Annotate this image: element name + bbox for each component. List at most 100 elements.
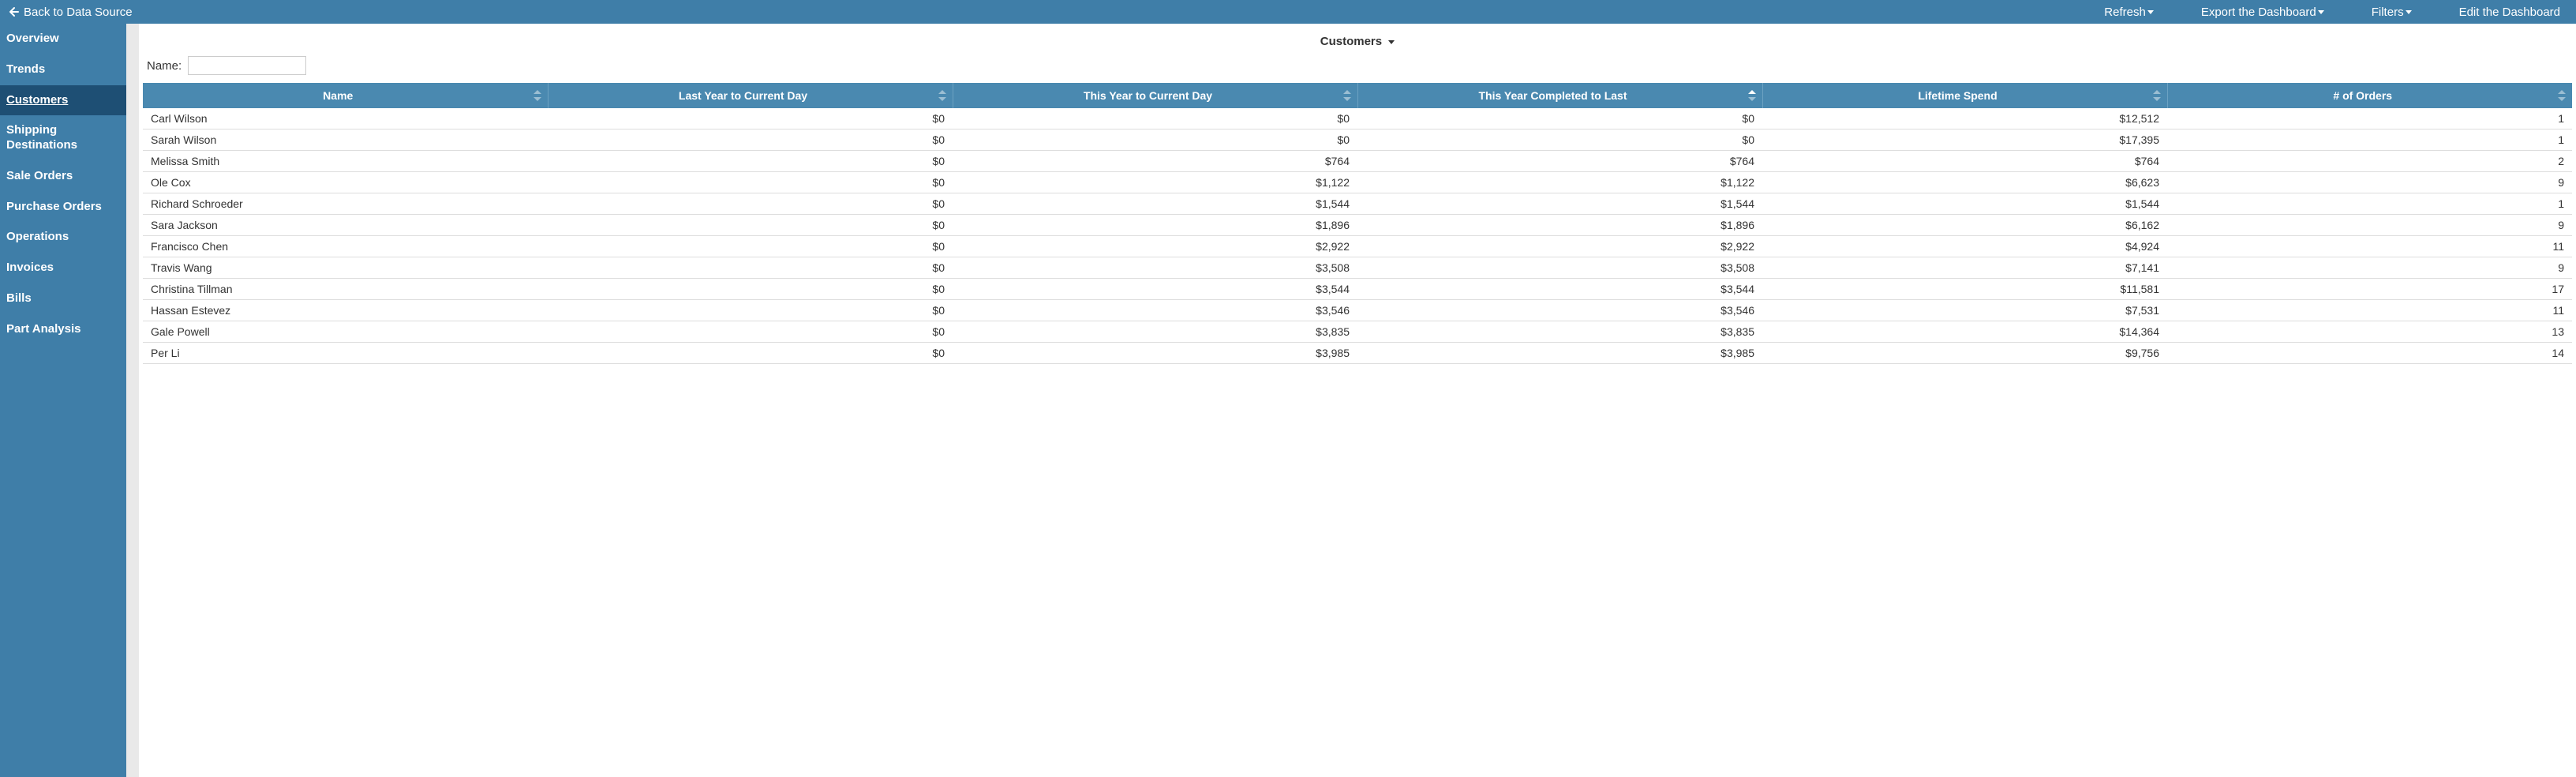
cell-this-year: $1,122 xyxy=(953,172,1357,193)
column-name[interactable]: Name xyxy=(143,83,548,108)
cell-orders: 9 xyxy=(2167,172,2572,193)
table-row[interactable]: Per Li$0$3,985$3,985$9,75614 xyxy=(143,343,2572,364)
cell-orders: 11 xyxy=(2167,236,2572,257)
cell-name: Per Li xyxy=(143,343,548,364)
sidebar-item-operations[interactable]: Operations xyxy=(0,222,126,253)
cell-this-year: $764 xyxy=(953,151,1357,172)
back-label: Back to Data Source xyxy=(24,6,133,19)
sidebar-item-bills[interactable]: Bills xyxy=(0,283,126,314)
filter-row: Name: xyxy=(139,56,2576,83)
table-row[interactable]: Sara Jackson$0$1,896$1,896$6,1629 xyxy=(143,215,2572,236)
cell-completed: $3,546 xyxy=(1357,300,1762,321)
sidebar-item-invoices[interactable]: Invoices xyxy=(0,253,126,283)
column--of-orders[interactable]: # of Orders xyxy=(2167,83,2572,108)
cell-name: Travis Wang xyxy=(143,257,548,279)
cell-completed: $3,985 xyxy=(1357,343,1762,364)
cell-completed: $0 xyxy=(1357,130,1762,151)
sort-icon xyxy=(938,90,946,101)
cell-last-year: $0 xyxy=(548,151,953,172)
top-menu-filters[interactable]: Filters xyxy=(2372,6,2412,19)
table-row[interactable]: Ole Cox$0$1,122$1,122$6,6239 xyxy=(143,172,2572,193)
column-lifetime-spend[interactable]: Lifetime Spend xyxy=(1762,83,2167,108)
cell-orders: 9 xyxy=(2167,215,2572,236)
name-filter-label: Name: xyxy=(147,59,182,73)
cell-lifetime: $1,544 xyxy=(1762,193,2167,215)
cell-last-year: $0 xyxy=(548,108,953,130)
cell-orders: 9 xyxy=(2167,257,2572,279)
top-menu-edit-the-dashboard[interactable]: Edit the Dashboard xyxy=(2459,6,2560,19)
customers-table: Name Last Year to Current Day This Year to… xyxy=(143,83,2572,364)
cell-name: Sarah Wilson xyxy=(143,130,548,151)
sidebar-item-shipping-destinations[interactable]: Shipping Destinations xyxy=(0,115,126,161)
sidebar-item-customers[interactable]: Customers xyxy=(0,85,126,116)
table-row[interactable]: Richard Schroeder$0$1,544$1,544$1,5441 xyxy=(143,193,2572,215)
sidebar-item-part-analysis[interactable]: Part Analysis xyxy=(0,314,126,345)
cell-completed: $1,544 xyxy=(1357,193,1762,215)
name-filter-input[interactable] xyxy=(188,56,306,75)
table-row[interactable]: Francisco Chen$0$2,922$2,922$4,92411 xyxy=(143,236,2572,257)
back-to-data-source-link[interactable]: Back to Data Source xyxy=(8,6,133,19)
table-body: Carl Wilson$0$0$0$12,5121Sarah Wilson$0$… xyxy=(143,108,2572,364)
cell-name: Melissa Smith xyxy=(143,151,548,172)
cell-this-year: $1,544 xyxy=(953,193,1357,215)
sidebar-item-overview[interactable]: Overview xyxy=(0,24,126,54)
table-row[interactable]: Gale Powell$0$3,835$3,835$14,36413 xyxy=(143,321,2572,343)
cell-this-year: $3,835 xyxy=(953,321,1357,343)
cell-completed: $0 xyxy=(1357,108,1762,130)
cell-completed: $3,508 xyxy=(1357,257,1762,279)
column-this-year-completed-to-last[interactable]: This Year Completed to Last xyxy=(1357,83,1762,108)
cell-orders: 1 xyxy=(2167,108,2572,130)
section-title-dropdown[interactable]: Customers xyxy=(139,32,2576,56)
topbar: Back to Data Source Refresh Export the Da… xyxy=(0,0,2576,24)
top-menu: Refresh Export the Dashboard Filters Edit t… xyxy=(2104,6,2568,19)
column-label: Last Year to Current Day xyxy=(679,89,807,102)
arrow-left-icon xyxy=(8,6,19,17)
table-row[interactable]: Carl Wilson$0$0$0$12,5121 xyxy=(143,108,2572,130)
cell-completed: $3,544 xyxy=(1357,279,1762,300)
cell-this-year: $3,508 xyxy=(953,257,1357,279)
table-row[interactable]: Melissa Smith$0$764$764$7642 xyxy=(143,151,2572,172)
table-row[interactable]: Sarah Wilson$0$0$0$17,3951 xyxy=(143,130,2572,151)
cell-name: Sara Jackson xyxy=(143,215,548,236)
cell-lifetime: $7,531 xyxy=(1762,300,2167,321)
cell-this-year: $1,896 xyxy=(953,215,1357,236)
sort-icon xyxy=(1343,90,1351,101)
main: Customers Name: Name Last Year to Current… xyxy=(139,24,2576,777)
column-label: # of Orders xyxy=(2333,89,2392,102)
table-row[interactable]: Hassan Estevez$0$3,546$3,546$7,53111 xyxy=(143,300,2572,321)
sidebar: OverviewTrendsCustomersShipping Destinat… xyxy=(0,24,126,777)
section-title-label: Customers xyxy=(1320,35,1382,48)
sort-icon xyxy=(2558,90,2566,101)
top-menu-refresh[interactable]: Refresh xyxy=(2104,6,2154,19)
cell-orders: 1 xyxy=(2167,130,2572,151)
cell-name: Gale Powell xyxy=(143,321,548,343)
cell-lifetime: $6,162 xyxy=(1762,215,2167,236)
cell-last-year: $0 xyxy=(548,300,953,321)
column-last-year-to-current-day[interactable]: Last Year to Current Day xyxy=(548,83,953,108)
sidebar-item-trends[interactable]: Trends xyxy=(0,54,126,85)
cell-name: Carl Wilson xyxy=(143,108,548,130)
table-header-row: Name Last Year to Current Day This Year to… xyxy=(143,83,2572,108)
top-menu-export-the-dashboard[interactable]: Export the Dashboard xyxy=(2201,6,2324,19)
cell-this-year: $3,544 xyxy=(953,279,1357,300)
cell-lifetime: $11,581 xyxy=(1762,279,2167,300)
cell-last-year: $0 xyxy=(548,279,953,300)
cell-this-year: $2,922 xyxy=(953,236,1357,257)
column-this-year-to-current-day[interactable]: This Year to Current Day xyxy=(953,83,1357,108)
cell-lifetime: $9,756 xyxy=(1762,343,2167,364)
cell-name: Richard Schroeder xyxy=(143,193,548,215)
cell-this-year: $0 xyxy=(953,108,1357,130)
cell-last-year: $0 xyxy=(548,172,953,193)
cell-orders: 1 xyxy=(2167,193,2572,215)
sidebar-item-purchase-orders[interactable]: Purchase Orders xyxy=(0,192,126,223)
cell-lifetime: $12,512 xyxy=(1762,108,2167,130)
table-row[interactable]: Travis Wang$0$3,508$3,508$7,1419 xyxy=(143,257,2572,279)
sort-icon xyxy=(1748,90,1756,101)
table-row[interactable]: Christina Tillman$0$3,544$3,544$11,58117 xyxy=(143,279,2572,300)
sort-icon xyxy=(2153,90,2161,101)
cell-orders: 14 xyxy=(2167,343,2572,364)
cell-completed: $2,922 xyxy=(1357,236,1762,257)
column-label: Name xyxy=(323,89,353,102)
sidebar-item-sale-orders[interactable]: Sale Orders xyxy=(0,161,126,192)
caret-down-icon xyxy=(1385,35,1395,48)
